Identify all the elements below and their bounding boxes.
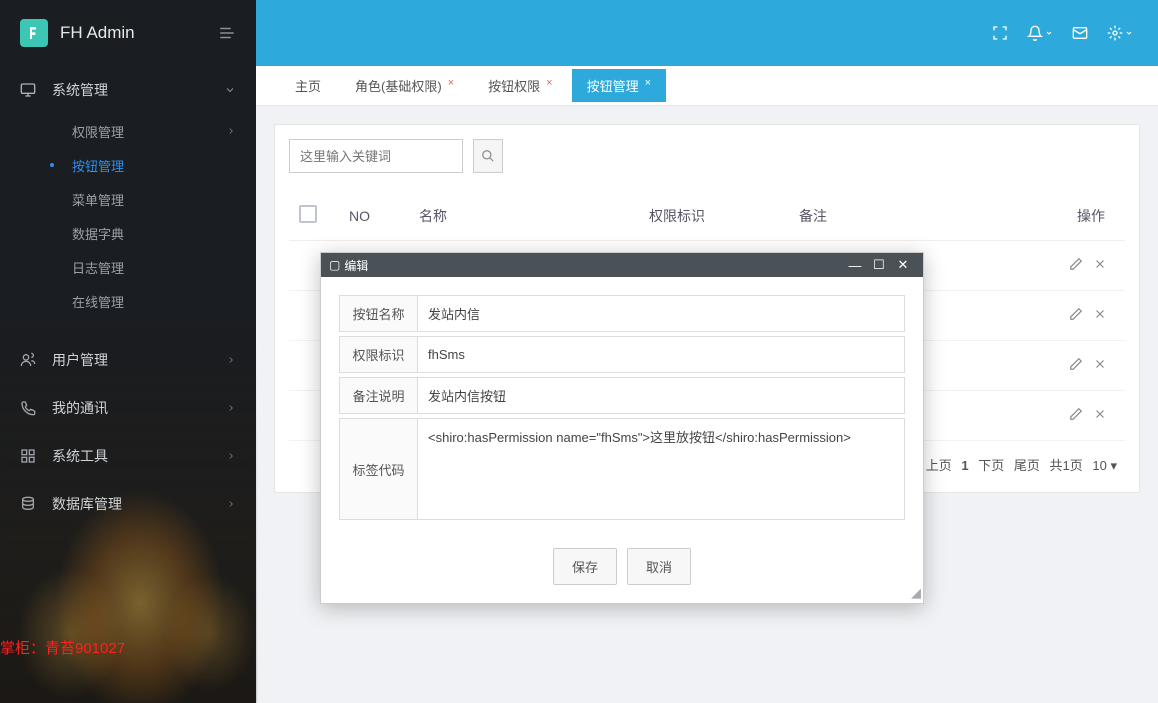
- tab-role-base[interactable]: 角色(基础权限)×: [340, 69, 469, 102]
- chevron-right-icon: [226, 451, 236, 461]
- topbar: [256, 0, 1158, 66]
- settings-button[interactable]: [1100, 13, 1140, 53]
- phone-icon: [20, 400, 38, 416]
- nav-group-tools[interactable]: 系统工具: [0, 432, 256, 480]
- nav-group-database[interactable]: 数据库管理: [0, 480, 256, 528]
- sidebar-header: FH Admin: [0, 0, 256, 66]
- nav-group-user[interactable]: 用户管理: [0, 336, 256, 384]
- nav-sublist: 权限管理 按钮管理 菜单管理 数据字典 日志管理 在线管理: [0, 114, 256, 318]
- search-input[interactable]: [289, 139, 463, 173]
- nav-item-button-mgmt[interactable]: 按钮管理: [30, 148, 256, 182]
- input-perm-id[interactable]: [418, 337, 904, 372]
- cancel-button[interactable]: 取消: [627, 548, 691, 585]
- nav-item-log-mgmt[interactable]: 日志管理: [30, 250, 256, 284]
- page-size-select[interactable]: 10 ▾: [1092, 458, 1117, 473]
- edit-button[interactable]: [1069, 307, 1083, 321]
- tabs-bar: 主页 角色(基础权限)× 按钮权限× 按钮管理×: [256, 66, 1158, 106]
- edit-button[interactable]: [1069, 357, 1083, 371]
- database-icon: [20, 496, 38, 512]
- search-icon: [481, 149, 495, 163]
- tab-button-perm[interactable]: 按钮权限×: [473, 69, 567, 102]
- modal-body: 按钮名称 权限标识 备注说明 标签代码: [321, 277, 923, 534]
- label-button-name: 按钮名称: [340, 296, 418, 331]
- form-row-remark: 备注说明: [339, 377, 905, 414]
- chevron-right-icon: [226, 355, 236, 365]
- label-tag-code: 标签代码: [340, 419, 418, 519]
- delete-button[interactable]: [1093, 257, 1107, 271]
- select-all-checkbox[interactable]: [299, 205, 317, 223]
- watermark-text: 掌柜：青苔901027: [0, 637, 125, 658]
- page-prev[interactable]: 上页: [926, 458, 952, 473]
- search-button[interactable]: [473, 139, 503, 173]
- window-icon: ▢: [329, 258, 340, 272]
- delete-button[interactable]: [1093, 407, 1107, 421]
- col-remark: 备注: [799, 206, 1039, 226]
- sidebar-collapse-button[interactable]: [218, 24, 236, 42]
- table-header: NO 名称 权限标识 备注 操作: [289, 191, 1125, 241]
- users-icon: [20, 352, 38, 368]
- grid-icon: [20, 448, 38, 464]
- monitor-icon: [20, 82, 38, 98]
- nav-group-system[interactable]: 系统管理: [0, 66, 256, 114]
- chevron-right-icon: [226, 126, 236, 136]
- notifications-button[interactable]: [1020, 13, 1060, 53]
- tab-button-mgmt[interactable]: 按钮管理×: [572, 69, 666, 102]
- form-row-perm-id: 权限标识: [339, 336, 905, 373]
- save-button[interactable]: 保存: [553, 548, 617, 585]
- nav-item-permission[interactable]: 权限管理: [30, 114, 256, 148]
- close-button[interactable]: ✕: [891, 257, 915, 273]
- label-remark: 备注说明: [340, 378, 418, 413]
- close-icon[interactable]: ×: [546, 77, 552, 89]
- input-remark[interactable]: [418, 378, 904, 413]
- nav-item-data-dict[interactable]: 数据字典: [30, 216, 256, 250]
- page-next[interactable]: 下页: [978, 458, 1004, 473]
- maximize-button[interactable]: ☐: [867, 257, 891, 273]
- brand-name: FH Admin: [60, 23, 135, 43]
- modal-footer: 保存 取消: [321, 534, 923, 603]
- brand-logo: [20, 19, 48, 47]
- col-action: 操作: [1039, 206, 1115, 226]
- col-no: NO: [349, 208, 419, 224]
- input-button-name[interactable]: [418, 296, 904, 331]
- minimize-button[interactable]: —: [843, 258, 867, 273]
- nav-item-menu-mgmt[interactable]: 菜单管理: [30, 182, 256, 216]
- col-perm: 权限标识: [649, 206, 799, 226]
- chevron-right-icon: [226, 499, 236, 509]
- nav-section: 系统管理 权限管理 按钮管理 菜单管理 数据字典 日志管理 在线管理 用户管理 …: [0, 66, 256, 528]
- label-perm-id: 权限标识: [340, 337, 418, 372]
- page-total: 共1页: [1050, 458, 1083, 473]
- delete-button[interactable]: [1093, 357, 1107, 371]
- resize-handle[interactable]: ◢: [911, 585, 921, 601]
- modal-header[interactable]: ▢ 编辑 — ☐ ✕: [321, 253, 923, 277]
- close-icon[interactable]: ×: [645, 77, 651, 89]
- chevron-right-icon: [226, 403, 236, 413]
- form-row-tag-code: 标签代码: [339, 418, 905, 520]
- search-row: [289, 139, 1125, 173]
- chevron-down-icon: [224, 84, 236, 96]
- edit-modal: ▢ 编辑 — ☐ ✕ 按钮名称 权限标识 备注说明 标签代码 保存 取消 ◢: [320, 252, 924, 604]
- fullscreen-button[interactable]: [980, 13, 1020, 53]
- form-row-button-name: 按钮名称: [339, 295, 905, 332]
- nav-group-contacts[interactable]: 我的通讯: [0, 384, 256, 432]
- tab-home[interactable]: 主页: [280, 69, 336, 102]
- page-last[interactable]: 尾页: [1014, 458, 1040, 473]
- sidebar: FH Admin 系统管理 权限管理 按钮管理 菜单管理 数据字典 日志管理 在…: [0, 0, 256, 703]
- delete-button[interactable]: [1093, 307, 1107, 321]
- edit-button[interactable]: [1069, 407, 1083, 421]
- nav-group-label: 系统管理: [52, 80, 108, 100]
- modal-title: 编辑: [344, 257, 843, 274]
- close-icon[interactable]: ×: [448, 77, 454, 89]
- page-number[interactable]: 1: [961, 458, 968, 473]
- messages-button[interactable]: [1060, 13, 1100, 53]
- edit-button[interactable]: [1069, 257, 1083, 271]
- textarea-tag-code[interactable]: [418, 419, 904, 519]
- nav-item-online-mgmt[interactable]: 在线管理: [30, 284, 256, 318]
- col-name: 名称: [419, 206, 649, 226]
